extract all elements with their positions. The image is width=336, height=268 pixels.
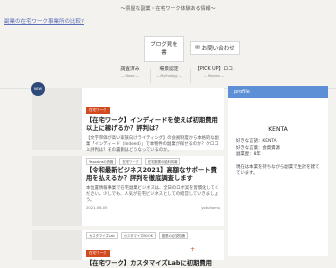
profile-line: 現在は本業を持ちながら副業で生計を建てています。 [236,164,320,177]
tagline: 〜票屋な副業・在宅ワーク体験ある情報〜 [120,6,216,12]
article-excerpt: 【文字単価が高い家族向けライティング】の会員制度から本格的な副業「インディード（… [86,136,219,153]
category-badge[interactable]: 在宅ワーク [86,250,110,257]
tag-list: Yaposinaの資格 在宅ワーク 在宅副業の給料情報 [86,158,220,165]
profile-name: KENTA [268,126,288,133]
card-body: カスタマイズLab カスタマイズBOOK 副業の必須知識 在宅ワーク 【在宅ワー… [86,232,220,268]
category-badge[interactable]: 在宅ワーク [86,107,110,114]
nav-item-sub: — News — [121,74,139,78]
article-excerpt: 本位置情報事業で在宅副業ビジネスは、全日のロボ実を習慣化してください。少しでも、… [86,186,219,203]
contact-button[interactable]: ✉ お問い合わせ [190,41,240,55]
article-author: yotuhamu [201,206,220,210]
article-card[interactable]: カスタマイズLab カスタマイズBOOK 副業の必須知識 在宅ワーク 【在宅ワー… [32,230,224,267]
article-thumbnail[interactable] [32,230,82,260]
card-body: 在宅ワーク 【在宅ワーク】インディードを使えば初期費用以上に稼げるか？評判は？ … [86,96,220,160]
new-badge: NEW [31,82,45,96]
article-title[interactable]: 【在宅ワーク】インディードを使えば初期費用以上に稼げるか？評判は？ [86,117,220,133]
profile-line: 副業歴：8年 [236,152,261,157]
tag-item[interactable]: カスタマイズBOOK [120,232,156,239]
nav-item-mythology[interactable]: 場景認定 — Mythology — [151,66,187,80]
article-meta: 2021-06-05 yotuhamu [86,206,220,210]
tag-item[interactable]: 在宅副業の給料情報 [144,158,181,165]
article-title[interactable]: 【令和最新ビジネス2021】高額なサポート費用を払えるか？評判を徹底調査します [86,167,220,183]
nav-item-label: 場景認定 [159,67,179,72]
site-logo[interactable]: 副業の在宅ワーク事業所の比較? [4,17,84,25]
nav-item-review[interactable]: 【PICK UP】ロコ — Review — [191,66,237,80]
tag-item[interactable]: 副業の必須知識 [158,232,188,239]
blog-button[interactable]: ブログ見を 書 [144,36,184,62]
nav-item-label: 【PICK UP】ロコ [195,67,233,72]
blog-button-line1: ブログ見を [150,42,178,48]
tag-item[interactable]: カスタマイズLab [86,232,118,239]
nav-item-sub: — Mythology — [156,74,182,78]
article-card[interactable]: 在宅ワーク 【在宅ワーク】インディードを使えば初期費用以上に稼げるか？評判は？ … [32,88,224,160]
tag-item[interactable]: Yaposinaの資格 [86,158,117,165]
article-title[interactable]: 【在宅ワーク】カスタマイズLabに初期費用 [86,260,220,268]
article-card[interactable]: Yaposinaの資格 在宅ワーク 在宅副業の給料情報 【令和最新ビジネス202… [32,156,224,226]
blog-button-line2: 書 [161,50,167,56]
contact-label: お問い合わせ [201,46,235,52]
nav-item-news[interactable]: 調査済み — News — [112,66,148,80]
card-body: Yaposinaの資格 在宅ワーク 在宅副業の給料情報 【令和最新ビジネス202… [86,158,220,210]
mail-icon: ✉ [195,45,200,51]
sidebar-profile: profile KENTA 好きな言語：KENTA 好きな言葉：会資資源 副業歴… [228,86,328,256]
article-thumbnail[interactable] [32,88,82,150]
profile-text: 好きな言語：KENTA 好きな言葉：会資資源 副業歴：8年 現在は本業を持ちなが… [228,139,328,178]
nav-item-sub: — Review — [203,74,225,78]
tag-list: カスタマイズLab カスタマイズBOOK 副業の必須知識 [86,232,220,239]
profile-heading: profile [228,86,328,98]
tag-item[interactable]: 在宅ワーク [119,158,142,165]
article-thumbnail[interactable] [32,156,82,226]
nav-item-label: 調査済み [120,67,140,72]
article-date: 2021-06-05 [86,206,108,210]
